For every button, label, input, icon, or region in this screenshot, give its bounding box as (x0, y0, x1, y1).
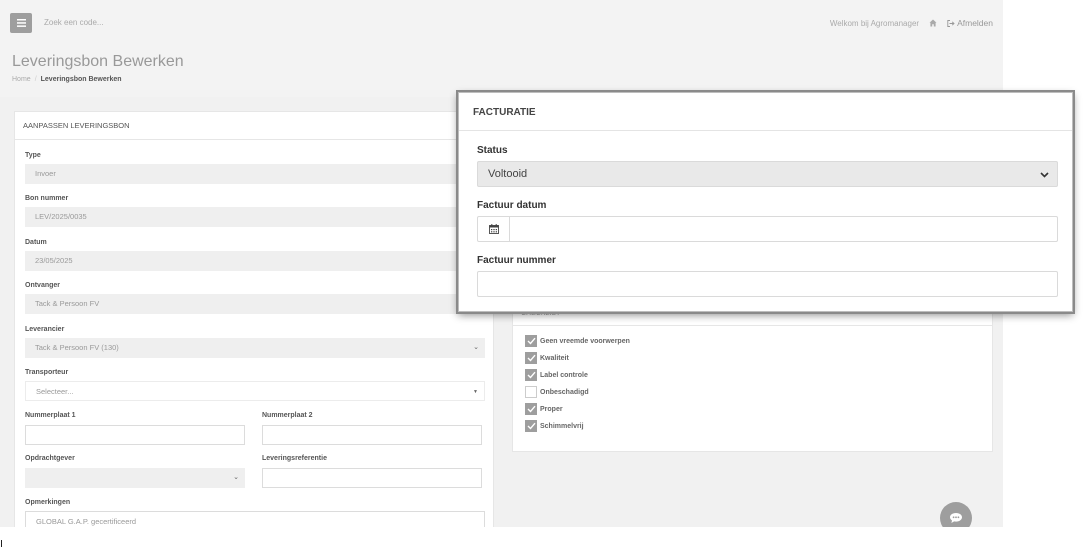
opmerkingen-label: Opmerkingen (25, 499, 71, 506)
chevron-down-icon (1040, 162, 1049, 187)
transporteur-label: Transporteur (25, 369, 69, 376)
form-card-header: AANPASSEN LEVERINGSBON (15, 112, 493, 140)
welcome-text: Welkom bij Agromanager (829, 18, 920, 28)
edge-mark (1, 540, 2, 547)
type-label: Type (25, 152, 41, 159)
hamburger-icon (16, 19, 26, 27)
checklist-item-label: Label controle (540, 371, 588, 379)
datum-label: Datum (25, 239, 47, 246)
transporteur-select[interactable]: Selecteer... ▼ (25, 381, 485, 401)
home-icon[interactable] (929, 19, 937, 27)
factuur-datum-label: Factuur datum (477, 200, 547, 211)
code-search-input[interactable] (44, 18, 244, 27)
checklist-item-label: Schimmelvrij (540, 422, 584, 430)
datum-field[interactable]: 23/05/2025 (25, 251, 485, 271)
top-navbar: Welkom bij Agromanager Afmelden (0, 6, 1003, 41)
breadcrumb: Home / Leveringsbon Bewerken (12, 76, 122, 83)
checklist-item[interactable]: Kwaliteit (525, 352, 569, 364)
factuur-nummer-input[interactable] (477, 271, 1058, 297)
opmerkingen-textarea[interactable]: GLOBAL G.A.P. gecertificeerd (25, 511, 485, 527)
transporteur-placeholder: Selecteer... (36, 387, 74, 396)
chat-button[interactable] (940, 502, 972, 527)
checklist-item-label: Proper (540, 405, 563, 413)
nummerplaat1-label: Nummerplaat 1 (25, 412, 76, 419)
checklist-item-label: Kwaliteit (540, 354, 569, 362)
type-field[interactable]: Invoer (25, 164, 485, 184)
chevron-down-icon: ⌄ (473, 344, 479, 351)
checkbox-checked-icon[interactable] (525, 369, 537, 381)
hamburger-menu-button[interactable] (10, 13, 32, 33)
checkbox-checked-icon[interactable] (525, 352, 537, 364)
nummerplaat1-input[interactable] (25, 425, 245, 445)
checkbox-checked-icon[interactable] (525, 420, 537, 432)
status-value: Voltooid (488, 168, 528, 180)
checklist-item-label: Geen vreemde voorwerpen (540, 337, 630, 345)
leverancier-select[interactable]: Tack & Persoon FV (130) ⌄ (25, 338, 485, 358)
status-label: Status (477, 145, 508, 156)
page-title: Leveringsbon Bewerken (12, 53, 184, 70)
bon-nummer-label: Bon nummer (25, 195, 69, 202)
leveringsreferentie-label: Leveringsreferentie (262, 455, 327, 462)
nummerplaat2-input[interactable] (262, 425, 482, 445)
facturatie-modal: FACTURATIE Status Voltooid Factuur datum (458, 92, 1073, 312)
nummerplaat2-label: Nummerplaat 2 (262, 412, 313, 419)
leverancier-label: Leverancier (25, 326, 65, 333)
factuur-datum-input[interactable] (477, 216, 1058, 242)
chevron-down-icon: ⌄ (233, 474, 239, 481)
logout-link[interactable]: Afmelden (947, 18, 993, 28)
checklist-item[interactable]: Geen vreemde voorwerpen (525, 335, 630, 347)
chat-bubble-icon (950, 513, 962, 523)
user-area: Welkom bij Agromanager Afmelden (830, 18, 993, 28)
facturatie-header: FACTURATIE (459, 93, 1072, 131)
checkbox-checked-icon[interactable] (525, 335, 537, 347)
logout-icon (947, 20, 955, 27)
breadcrumb-home-link[interactable]: Home (12, 76, 31, 83)
opdrachtgever-select[interactable]: ⌄ (25, 468, 245, 488)
checkbox-checked-icon[interactable] (525, 403, 537, 415)
leveringsreferentie-input[interactable] (262, 468, 482, 488)
checklist-item[interactable]: Label controle (525, 369, 588, 381)
breadcrumb-current: Leveringsbon Bewerken (40, 76, 122, 83)
factuur-nummer-label: Factuur nummer (477, 255, 556, 266)
calendar-icon[interactable] (478, 217, 510, 241)
leverancier-value: Tack & Persoon FV (130) (35, 343, 119, 352)
checklist-item[interactable]: Schimmelvrij (525, 420, 584, 432)
logout-label: Afmelden (957, 18, 993, 28)
ontvanger-label: Ontvanger (25, 282, 61, 289)
status-select[interactable]: Voltooid (477, 161, 1058, 187)
ontvanger-field[interactable]: Tack & Persoon FV (25, 294, 485, 314)
checklist-card: CHECKLIST Geen vreemde voorwerpen Kwalit… (512, 307, 993, 452)
breadcrumb-separator: / (34, 76, 37, 83)
edit-delivery-form-card: AANPASSEN LEVERINGSBON Type Invoer Bon n… (14, 111, 494, 527)
checklist-item[interactable]: Proper (525, 403, 563, 415)
opdrachtgever-label: Opdrachtgever (25, 455, 75, 462)
bon-nummer-field[interactable]: LEV/2025/0035 (25, 207, 485, 227)
caret-down-icon: ▼ (473, 389, 478, 395)
checklist-item-label: Onbeschadigd (540, 388, 589, 396)
checklist-item[interactable]: Onbeschadigd (525, 386, 589, 398)
checkbox-unchecked-icon[interactable] (525, 386, 537, 398)
